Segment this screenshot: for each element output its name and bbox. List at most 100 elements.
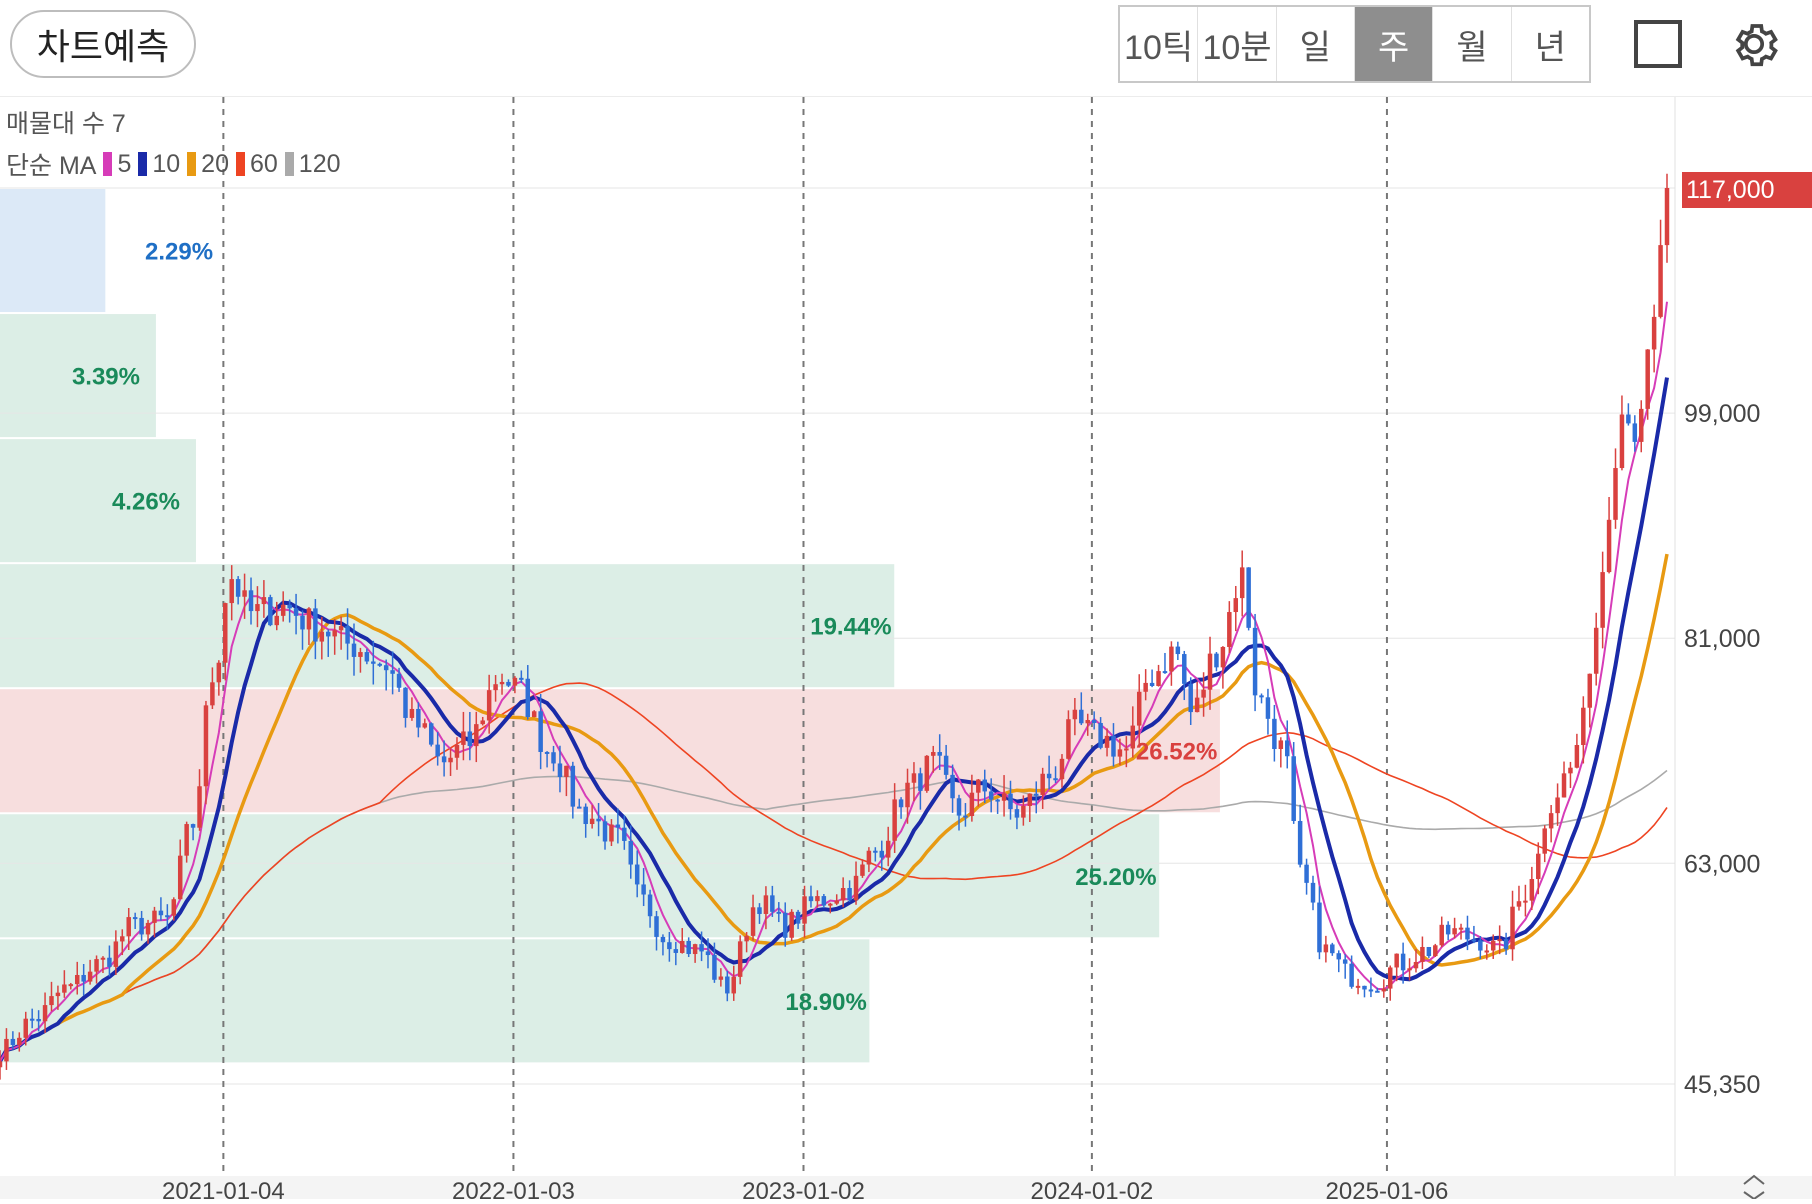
candle — [1651, 304, 1657, 373]
candle-body — [1323, 944, 1329, 953]
candle-body — [1639, 408, 1644, 442]
candle-body — [705, 951, 711, 956]
candle-body — [448, 757, 453, 763]
candle-body — [1458, 927, 1464, 930]
volume-profile-pct-2: 4.26% — [112, 489, 180, 516]
candle-body — [268, 597, 273, 626]
candle-body — [1272, 718, 1277, 750]
candle-body — [461, 731, 466, 745]
candle — [1645, 349, 1650, 420]
candle-body — [789, 911, 794, 938]
candle — [1574, 733, 1580, 769]
volume-profile-legend: 매물대 수 7 — [6, 110, 126, 138]
candle — [1639, 400, 1644, 453]
candle-body — [506, 681, 511, 686]
candle-body — [1613, 468, 1618, 520]
period-tab-10tick[interactable]: 10틱 — [1120, 7, 1199, 81]
gear-icon[interactable] — [1724, 14, 1784, 74]
candle — [1214, 652, 1219, 672]
candle-body — [280, 604, 286, 616]
candle — [1355, 978, 1361, 995]
candle-body — [1632, 423, 1638, 442]
candle-body — [737, 941, 743, 977]
candle — [1304, 858, 1309, 895]
candle-body — [197, 786, 202, 828]
candle-body — [744, 935, 749, 942]
ma-60-label: 60 — [249, 149, 278, 178]
candle — [1362, 985, 1367, 998]
candle-body — [126, 917, 131, 937]
candle-body — [905, 782, 910, 808]
candle-body — [1104, 735, 1110, 748]
candle-body — [49, 996, 54, 1006]
candle-body — [1548, 813, 1554, 829]
chart-area[interactable]: 2.29% 3.39% 4.26% 19.44% 26.52% 25.20% 18.90% … — [0, 97, 1812, 1204]
candle-body — [1426, 946, 1432, 957]
ma-120-label: 120 — [298, 149, 341, 178]
candle — [1658, 219, 1663, 319]
candle-body — [293, 608, 299, 616]
candle-body — [1021, 805, 1026, 818]
candle-body — [622, 827, 627, 841]
candle-body — [1124, 748, 1129, 751]
candle — [1330, 942, 1335, 956]
candle-body — [1111, 735, 1116, 757]
candle-body — [531, 711, 537, 718]
candle-body — [950, 774, 955, 799]
candle-body — [107, 957, 112, 967]
candle-body — [120, 936, 125, 942]
candle-body — [1445, 924, 1451, 935]
candle-body — [1561, 773, 1567, 798]
candle-body — [551, 752, 556, 764]
candle — [789, 909, 794, 942]
candle-body — [757, 907, 762, 914]
candle-body — [499, 681, 505, 685]
candle-body — [988, 791, 994, 800]
candle-body — [235, 579, 241, 597]
period-tab-10min[interactable]: 10분 — [1198, 7, 1277, 81]
candle — [1510, 890, 1515, 961]
candle — [1265, 688, 1271, 735]
period-tab-week[interactable]: 주 — [1354, 7, 1434, 81]
candle-body — [647, 894, 653, 917]
candle-body — [1497, 939, 1502, 942]
candle — [1310, 875, 1316, 911]
candle-body — [1085, 720, 1090, 724]
y-tick-label-1: 99,000 — [1684, 400, 1760, 428]
period-tab-month[interactable]: 월 — [1433, 7, 1512, 81]
candle — [924, 755, 930, 793]
chart-predict-button[interactable]: 차트예측 — [10, 10, 196, 78]
period-tab-year[interactable]: 년 — [1512, 7, 1589, 81]
candle-body — [371, 661, 376, 664]
candle — [1336, 950, 1341, 973]
candle-body — [834, 900, 839, 904]
candle-body — [1362, 985, 1367, 990]
square-icon[interactable] — [1628, 14, 1688, 74]
candle-body — [1098, 722, 1103, 748]
candle-body — [995, 799, 1000, 802]
candle-body — [158, 910, 164, 916]
candle-body — [918, 773, 923, 791]
candle — [1433, 943, 1438, 957]
candle-body — [1252, 627, 1258, 696]
candle-body — [879, 850, 885, 858]
candle-body — [1188, 683, 1193, 713]
volume-profile-pct-6: 18.90% — [785, 989, 866, 1016]
ma-10-label: 10 — [152, 149, 181, 178]
candle-body — [300, 615, 305, 630]
candle-body — [152, 910, 157, 923]
candle — [1227, 601, 1232, 654]
candle-body — [1156, 671, 1161, 686]
candle-body — [1626, 414, 1631, 424]
ma-20-swatch — [187, 152, 197, 176]
period-tab-day[interactable]: 일 — [1277, 7, 1355, 81]
volume-profile-pct-3: 19.44% — [810, 614, 891, 641]
candle-body — [519, 677, 524, 680]
candle-body — [94, 959, 99, 972]
candle-body — [42, 1005, 48, 1022]
ma-120-swatch — [284, 152, 294, 176]
candle-body — [68, 984, 74, 987]
ma-60-swatch — [235, 152, 245, 176]
price-chart[interactable]: 2.29%3.39%4.26%19.44%26.52%25.20%18.90% … — [0, 97, 1812, 1204]
candle-body — [1606, 519, 1612, 573]
